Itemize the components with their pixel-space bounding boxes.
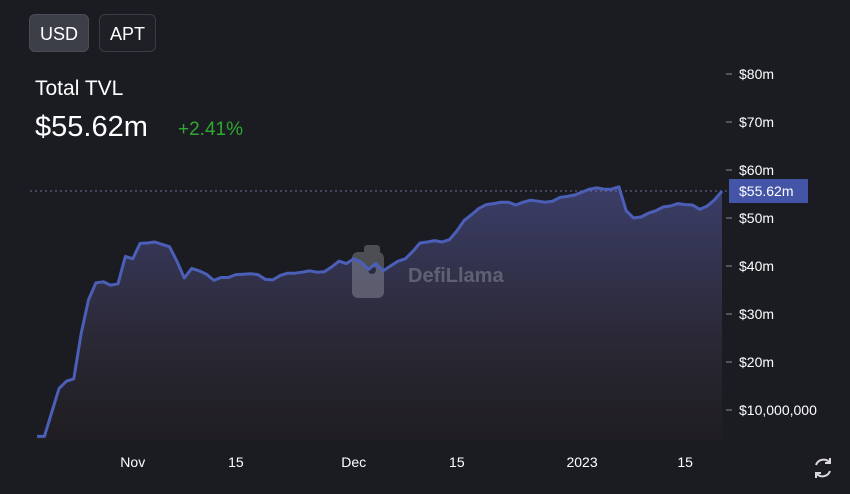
current-value-badge: $55.62m [729, 179, 808, 204]
y-tick-label: $30m [739, 306, 774, 322]
y-tick-label: $80m [739, 66, 774, 82]
y-axis: $80m $70m $60m $50m $40m $30m $20m $10,000,000 [726, 66, 817, 418]
tvl-area-fill [37, 186, 722, 440]
y-tick-label: $60m [739, 162, 774, 178]
y-tick-label: $20m [739, 354, 774, 370]
y-tick-label: $70m [739, 114, 774, 130]
x-tick-label: 15 [228, 454, 244, 470]
x-axis: Nov 15 Dec 15 2023 15 [120, 454, 693, 470]
y-tick-label: $50m [739, 210, 774, 226]
x-tick-label: Dec [341, 454, 366, 470]
current-value-badge-label: $55.62m [739, 183, 793, 199]
x-tick-label: 15 [677, 454, 693, 470]
x-tick-label: Nov [120, 454, 145, 470]
watermark-text: DefiLlama [408, 265, 504, 287]
x-tick-label: 15 [449, 454, 465, 470]
tvl-area-chart[interactable]: DefiLlama $80m $70m $60m $50m $40m $30m $20m $1… [0, 0, 850, 494]
y-tick-label: $40m [739, 258, 774, 274]
refresh-icon[interactable] [810, 455, 836, 481]
x-tick-label: 2023 [566, 454, 597, 470]
y-tick-label: $10,000,000 [739, 402, 817, 418]
defillama-logo-icon [352, 245, 384, 298]
area-layer [37, 186, 722, 440]
